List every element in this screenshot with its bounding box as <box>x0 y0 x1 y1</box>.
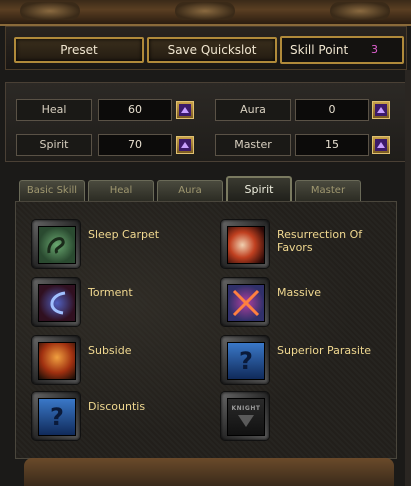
skill-name: Superior Parasite <box>277 344 372 357</box>
resurrection-icon <box>227 226 265 264</box>
skill-icon-frame: ? <box>32 392 80 440</box>
skill-discountis[interactable]: ? Discountis <box>32 392 212 444</box>
up-arrow-icon <box>375 104 387 116</box>
ornament-left <box>20 2 80 20</box>
knight-locked-icon: KNIGHT <box>227 398 265 436</box>
stat-value-heal: 60 <box>98 99 172 121</box>
heal-plus-button[interactable] <box>176 101 194 119</box>
stats-panel: Heal 60 Aura 0 Spirit 70 Master 15 <box>5 82 407 162</box>
skill-point-label: Skill Point <box>290 43 349 57</box>
tab-heal[interactable]: Heal <box>88 180 154 201</box>
skill-tabs: Basic Skill Heal Aura Spirit Master <box>15 176 395 202</box>
ornament-right <box>330 2 390 20</box>
action-bar: Preset Save Quickslot Skill Point 3 <box>5 26 407 70</box>
stat-label-aura: Aura <box>215 99 291 121</box>
skill-icon-frame: KNIGHT <box>221 392 269 440</box>
skill-name: Discountis <box>88 400 146 413</box>
tab-aura[interactable]: Aura <box>157 180 223 201</box>
save-quickslot-button[interactable]: Save Quickslot <box>147 37 277 63</box>
skill-icon-frame <box>32 278 80 326</box>
torment-icon <box>38 284 76 322</box>
skill-icon-frame: ? <box>221 336 269 384</box>
bottom-book-decoration <box>24 458 394 486</box>
skill-massive[interactable]: Massive <box>221 278 401 330</box>
massive-icon <box>227 284 265 322</box>
master-plus-button[interactable] <box>372 136 390 154</box>
skill-icon-frame <box>32 336 80 384</box>
stat-label-heal: Heal <box>16 99 92 121</box>
subside-icon <box>38 342 76 380</box>
stat-value-master: 15 <box>295 134 369 156</box>
top-ornament <box>0 0 411 26</box>
skill-name: Sleep Carpet <box>88 228 160 241</box>
aura-plus-button[interactable] <box>372 101 390 119</box>
skill-name: Massive <box>277 286 322 299</box>
skill-point-value: 3 <box>371 43 378 56</box>
skill-locked-slot[interactable]: KNIGHT <box>221 392 401 444</box>
preset-button[interactable]: Preset <box>14 37 144 63</box>
skill-name: Torment <box>88 286 133 299</box>
sleep-carpet-icon <box>38 226 76 264</box>
skill-sleep-carpet[interactable]: Sleep Carpet <box>32 220 212 272</box>
up-arrow-icon <box>179 104 191 116</box>
stat-label-master: Master <box>215 134 291 156</box>
skill-icon-frame <box>221 220 269 268</box>
stat-value-spirit: 70 <box>98 134 172 156</box>
skill-icon-frame <box>32 220 80 268</box>
up-arrow-icon <box>179 139 191 151</box>
skills-panel: Sleep Carpet Resurrection Of Favors Torm… <box>15 201 397 459</box>
tab-spirit[interactable]: Spirit <box>226 176 292 202</box>
ornament-center <box>175 2 235 20</box>
spirit-plus-button[interactable] <box>176 136 194 154</box>
question-mark-icon: ? <box>227 342 265 380</box>
tab-master[interactable]: Master <box>295 180 361 201</box>
skill-torment[interactable]: Torment <box>32 278 212 330</box>
question-mark-icon: ? <box>38 398 76 436</box>
skill-subside[interactable]: Subside <box>32 336 212 388</box>
skill-icon-frame <box>221 278 269 326</box>
skill-name: Resurrection Of Favors <box>277 228 363 254</box>
stat-label-spirit: Spirit <box>16 134 92 156</box>
skill-superior-parasite[interactable]: ? Superior Parasite <box>221 336 401 388</box>
stat-value-aura: 0 <box>295 99 369 121</box>
skill-resurrection-of-favors[interactable]: Resurrection Of Favors <box>221 220 401 272</box>
skill-name: Subside <box>88 344 132 357</box>
tab-basic-skill[interactable]: Basic Skill <box>19 180 85 201</box>
skill-point-box: Skill Point 3 <box>280 36 404 64</box>
up-arrow-icon <box>375 139 387 151</box>
right-frame-edge <box>405 70 411 486</box>
